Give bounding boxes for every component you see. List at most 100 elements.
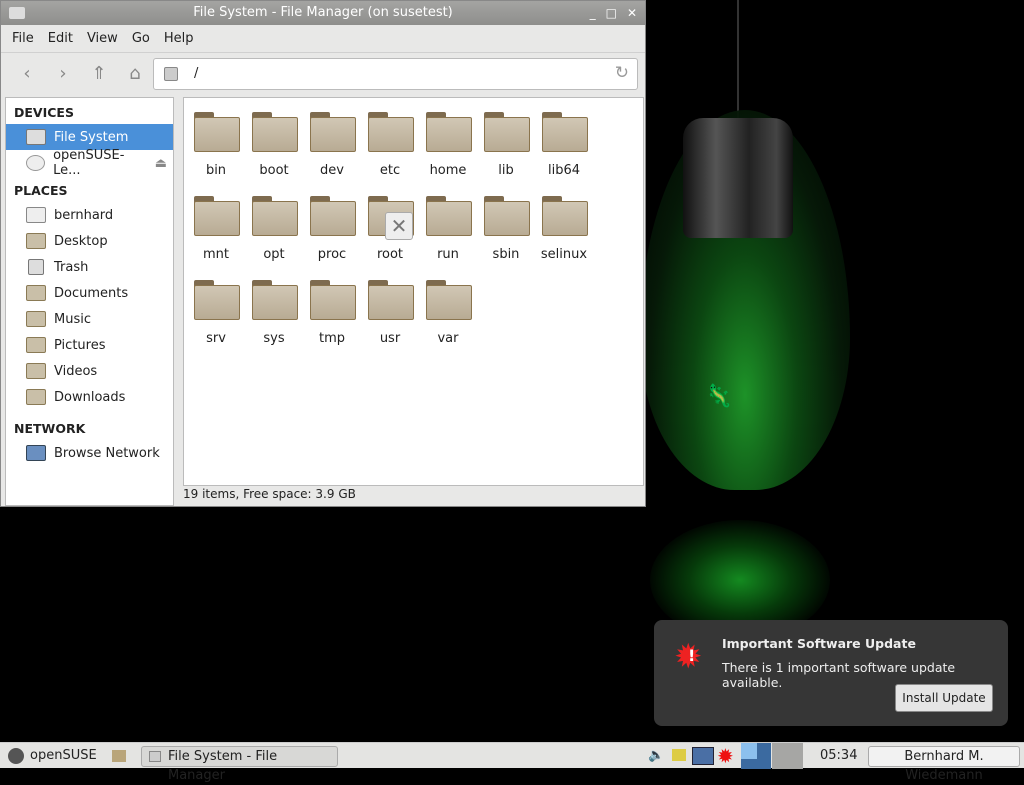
- file-manager-launcher-icon[interactable]: [112, 750, 126, 762]
- reload-icon[interactable]: ↻: [615, 63, 629, 83]
- folder-label: root: [376, 247, 404, 262]
- folder-label: srv: [206, 331, 226, 346]
- sidebar-item-music[interactable]: Music: [6, 306, 173, 332]
- folder-item[interactable]: lib: [477, 98, 535, 178]
- folder-icon: [310, 280, 356, 320]
- folder-item[interactable]: etc: [361, 98, 419, 178]
- home-icon: [26, 207, 46, 223]
- folder-label: bin: [205, 163, 227, 178]
- location-bar[interactable]: / ↻: [153, 58, 638, 90]
- sidebar-item-downloads[interactable]: Downloads: [6, 384, 173, 410]
- folder-item[interactable]: var: [419, 266, 477, 346]
- menu-go[interactable]: Go: [125, 31, 157, 46]
- sidebar-item-trash[interactable]: Trash: [6, 254, 173, 280]
- folder-icon: [484, 112, 530, 152]
- folder-label: home: [429, 163, 467, 178]
- install-update-button[interactable]: Install Update: [895, 684, 993, 712]
- task-label: File System - File Manager: [168, 749, 278, 783]
- videos-folder-icon: [26, 363, 46, 379]
- menu-edit[interactable]: Edit: [41, 31, 80, 46]
- desktop-folder-icon: [26, 233, 46, 249]
- music-folder-icon: [26, 311, 46, 327]
- close-button[interactable]: ✕: [627, 1, 637, 25]
- folder-label: usr: [379, 331, 401, 346]
- clock[interactable]: 05:34: [820, 743, 857, 769]
- chameleon-logo-icon: 🦎: [705, 384, 733, 409]
- file-view: bin boot dev etc home lib lib64 mnt opt proc root r…: [183, 97, 644, 486]
- network-tray-icon[interactable]: [692, 747, 714, 765]
- sidebar-item-documents[interactable]: Documents: [6, 280, 173, 306]
- sidebar-item-videos[interactable]: Videos: [6, 358, 173, 384]
- folder-item[interactable]: dev: [303, 98, 361, 178]
- folder-item[interactable]: mnt: [187, 182, 245, 262]
- menu-view[interactable]: View: [80, 31, 125, 46]
- folder-item[interactable]: usr: [361, 266, 419, 346]
- menu-help[interactable]: Help: [157, 31, 201, 46]
- title-bar[interactable]: File System - File Manager (on susetest)…: [1, 1, 645, 25]
- sidebar-item-file-system[interactable]: File System: [6, 124, 173, 150]
- folder-label: run: [437, 247, 459, 262]
- close-overlay-button[interactable]: ✕: [385, 212, 413, 240]
- back-icon[interactable]: ‹: [9, 63, 45, 84]
- trash-icon: [28, 259, 44, 275]
- power-icon[interactable]: [672, 749, 686, 761]
- folder-icon: [310, 112, 356, 152]
- folder-item[interactable]: run: [419, 182, 477, 262]
- folder-label: boot: [259, 163, 289, 178]
- minimize-button[interactable]: _: [590, 1, 596, 25]
- folder-item[interactable]: lib64: [535, 98, 593, 178]
- sidebar-item-label: Music: [54, 311, 91, 327]
- start-menu-button[interactable]: openSUSE: [30, 743, 97, 769]
- folder-label: etc: [379, 163, 401, 178]
- taskbar-item-file-manager[interactable]: File System - File Manager: [141, 746, 338, 783]
- window-title: File System - File Manager (on susetest): [193, 5, 453, 20]
- sidebar-item-browse-network[interactable]: Browse Network: [6, 440, 173, 466]
- folder-icon: [252, 112, 298, 152]
- workspace-1[interactable]: [741, 743, 771, 769]
- sidebar-item-label: bernhard: [54, 207, 114, 223]
- up-icon[interactable]: ⇑: [81, 63, 117, 84]
- folder-item[interactable]: sbin: [477, 182, 535, 262]
- folder-item[interactable]: opt: [245, 182, 303, 262]
- folder-item[interactable]: selinux: [535, 182, 593, 262]
- warning-icon: ✹!: [674, 637, 703, 677]
- sidebar-item-label: Documents: [54, 285, 129, 301]
- wallpaper-bulb-socket: [683, 118, 793, 238]
- volume-icon[interactable]: 🔈: [648, 743, 664, 769]
- folder-item[interactable]: home: [419, 98, 477, 178]
- folder-item[interactable]: sys: [245, 266, 303, 346]
- folder-icon: [368, 280, 414, 320]
- network-header: NETWORK: [14, 421, 86, 436]
- maximize-button[interactable]: □: [606, 1, 617, 25]
- folder-item[interactable]: bin: [187, 98, 245, 178]
- workspace-2[interactable]: [772, 743, 803, 769]
- folder-label: sys: [263, 331, 285, 346]
- folder-item[interactable]: boot: [245, 98, 303, 178]
- sidebar-item-opensuse-disc[interactable]: openSUSE-Le... ⏏: [6, 148, 173, 178]
- sidebar-item-label: Videos: [54, 363, 98, 379]
- drive-icon: [149, 751, 161, 762]
- forward-icon[interactable]: ›: [45, 63, 81, 84]
- home-icon[interactable]: ⌂: [117, 63, 153, 84]
- folder-label: mnt: [203, 247, 229, 262]
- sidebar-item-pictures[interactable]: Pictures: [6, 332, 173, 358]
- folder-item[interactable]: proc: [303, 182, 361, 262]
- folder-item[interactable]: tmp: [303, 266, 361, 346]
- network-icon: [26, 445, 46, 461]
- sidebar-item-bernhard[interactable]: bernhard: [6, 202, 173, 228]
- folder-icon: [252, 280, 298, 320]
- update-tray-icon[interactable]: ✹: [717, 743, 734, 769]
- sidebar-item-label: Desktop: [54, 233, 108, 249]
- folder-item[interactable]: srv: [187, 266, 245, 346]
- taskbar: openSUSE File System - File Manager 🔈 ✹ …: [0, 742, 1024, 783]
- folder-icon: [194, 196, 240, 236]
- sidebar-item-label: File System: [54, 129, 129, 145]
- documents-folder-icon: [26, 285, 46, 301]
- folder-icon: [426, 196, 472, 236]
- menu-file[interactable]: File: [5, 31, 41, 46]
- user-button[interactable]: Bernhard M. Wiedemann: [868, 746, 1020, 783]
- eject-icon[interactable]: ⏏: [155, 156, 167, 171]
- sidebar-item-desktop[interactable]: Desktop: [6, 228, 173, 254]
- folder-icon: [252, 196, 298, 236]
- location-path[interactable]: /: [194, 66, 198, 81]
